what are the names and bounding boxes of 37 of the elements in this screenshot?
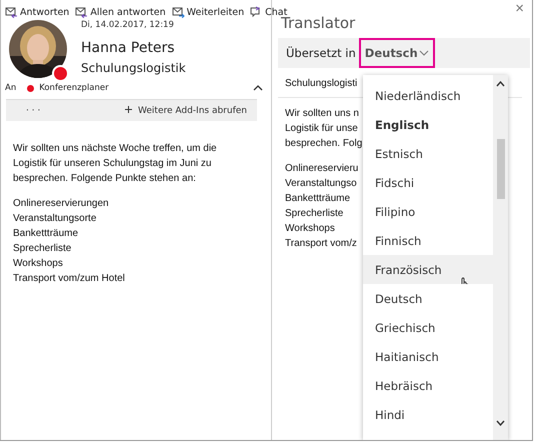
translate-label: Übersetzt in <box>286 46 356 60</box>
translated-line: Logistik für unse <box>285 122 358 136</box>
list-item: Veranstaltungsorte <box>13 212 96 226</box>
list-item: Onlinereservieru <box>285 162 358 176</box>
get-addins-button[interactable]: Weitere Add-Ins abrufen <box>125 106 247 116</box>
recipient-name: Konferenzplaner <box>39 83 109 93</box>
toolbar-button[interactable]: Weiterleiten <box>172 6 244 18</box>
chevron-down-icon[interactable] <box>496 420 505 426</box>
list-item: Workshops <box>13 257 63 271</box>
toolbar-button[interactable]: Antworten <box>5 6 70 18</box>
to-label: An <box>5 83 16 93</box>
close-button[interactable]: × <box>515 0 524 17</box>
toolbar-button[interactable]: Allen antworten <box>75 6 166 18</box>
scrollbar[interactable] <box>493 75 508 440</box>
sender-name: Hanna Peters <box>81 40 176 56</box>
language-option[interactable]: Französisch <box>363 255 493 284</box>
translated-line: besprechen. Folg <box>285 137 362 151</box>
list-item: Workshops <box>285 222 335 236</box>
message-subject: Schulungslogistik <box>81 61 186 75</box>
chevron-down-icon <box>418 50 429 56</box>
list-item: Sprecherliste <box>285 207 344 221</box>
chevron-up-icon[interactable] <box>253 85 263 91</box>
list-item: Bankettträume <box>285 192 350 206</box>
list-item: Veranstaltungso <box>285 177 357 191</box>
list-item: Transport vom/zum Hotel <box>13 272 125 286</box>
chevron-up-icon[interactable] <box>496 81 505 87</box>
scrollbar-thumb[interactable] <box>496 138 504 198</box>
list-item: Bankettträume <box>13 227 78 241</box>
list-item: Transport vom/z <box>285 237 357 251</box>
language-dropdown[interactable]: Deutsch <box>358 38 435 68</box>
more-button[interactable]: · · · <box>26 106 40 116</box>
list-item: Onlinereservierungen <box>13 197 109 211</box>
message-paragraph: Wir sollten uns nächste Woche treffen, um die Logistik für unseren Schulungstag im Juni zu besprechen. Folgende Punkte stehen an: <box>13 142 218 186</box>
plus-icon <box>125 106 132 112</box>
message-date: Di, 14.02.2017, 12:19 <box>81 20 175 30</box>
list-item: Sprecherliste <box>13 242 72 256</box>
translated-line: Wir sollten uns n <box>285 107 359 121</box>
